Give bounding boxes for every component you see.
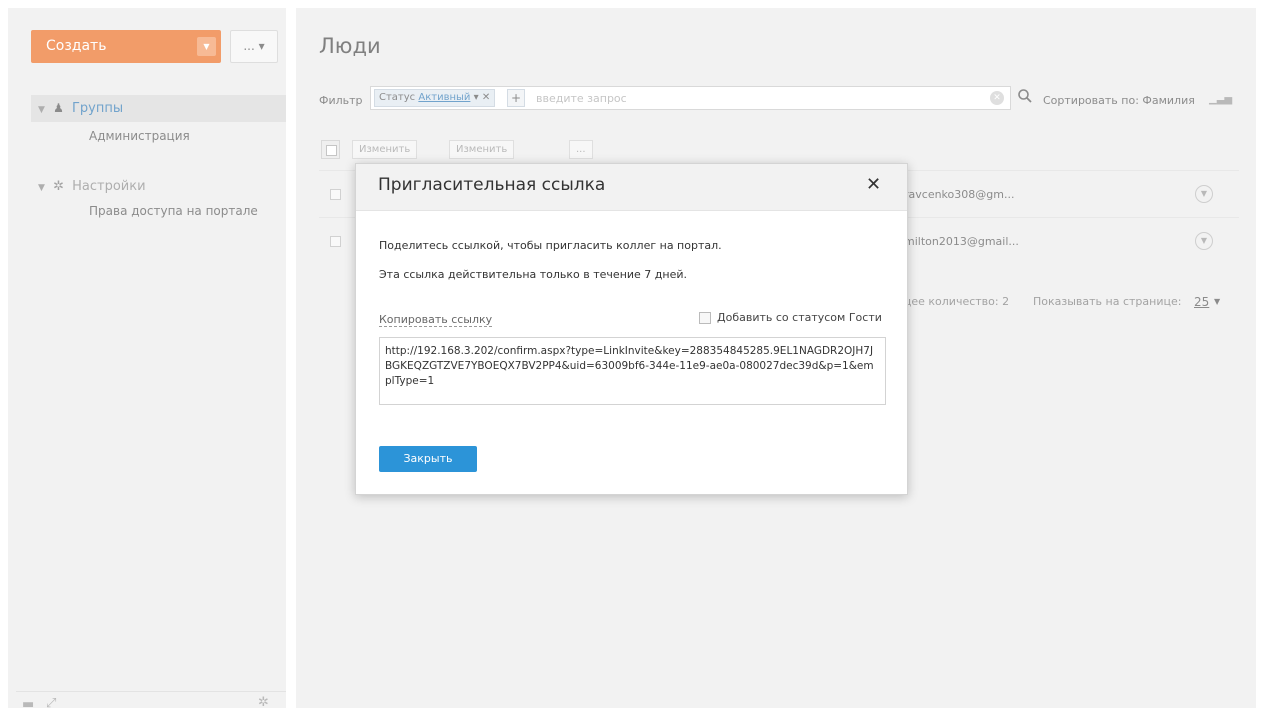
invite-link-dialog: Пригласительная ссылка ✕ Поделитесь ссыл… — [355, 163, 908, 495]
guest-status-checkbox[interactable] — [699, 312, 711, 324]
dialog-description: Поделитесь ссылкой, чтобы пригласить кол… — [379, 239, 722, 252]
dialog-header: Пригласительная ссылка ✕ — [356, 164, 907, 211]
copy-link-button[interactable]: Копировать ссылку — [379, 313, 493, 327]
invite-link-field[interactable]: http://192.168.3.202/confirm.aspx?type=L… — [379, 337, 886, 405]
dialog-expiry-note: Эта ссылка действительна только в течени… — [379, 268, 687, 281]
dialog-title: Пригласительная ссылка — [378, 175, 606, 195]
guest-status-label[interactable]: Добавить со статусом Гости — [717, 311, 882, 324]
close-icon[interactable]: ✕ — [866, 175, 881, 195]
close-button[interactable]: Закрыть — [379, 446, 477, 472]
